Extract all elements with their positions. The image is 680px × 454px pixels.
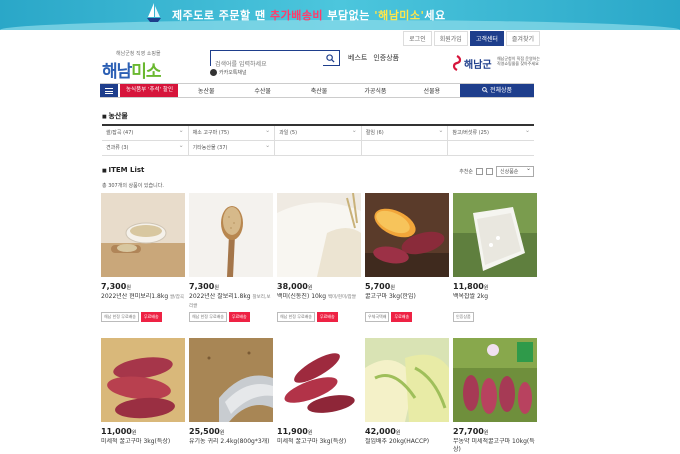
product-price: 27,700원 [453, 427, 489, 436]
product-name: 꿀고구마 3kg(한입) [365, 293, 416, 300]
product-tag: 무료배송 [228, 312, 250, 322]
product-image[interactable] [189, 338, 273, 422]
product-price: 11,800원 [453, 282, 489, 291]
product-card[interactable]: 38,000원 백미(신동진) 10kg 백미/현미/찹쌀 해남 한정 무료배송… [277, 193, 361, 322]
product-card[interactable]: 5,700원 꿀고구마 3kg(한입) 우체국택배 무료배송 [365, 193, 449, 322]
product-card[interactable]: 42,000원 절임배추 20kg(HACCP) [365, 338, 449, 454]
product-card[interactable]: 7,300원 2022년산 현미보리1.8kg 쌀/잡곡 해남 한정 무료배송 무… [101, 193, 185, 322]
best-link[interactable]: 베스트 [348, 53, 367, 63]
product-card[interactable]: 11,000원 미세척 꿀고구마 3kg(특상) [101, 338, 185, 454]
product-tag: 우체국택배 [365, 312, 390, 322]
product-name: 2022년산 현미보리1.8kg 쌀/잡곡 [101, 293, 184, 300]
product-card[interactable]: 27,700원 무농약 미세척꿀고구마 10kg(특상) [453, 338, 537, 454]
nav-item-seafood[interactable]: 수산물 [234, 86, 290, 95]
filter-empty [275, 141, 362, 155]
product-image[interactable] [101, 193, 185, 277]
product-tag: 해남 한정 무료배송 [189, 312, 227, 322]
sailboat-icon [147, 3, 161, 22]
product-image[interactable] [277, 338, 361, 422]
product-tag: 무료배송 [316, 312, 338, 322]
menu-icon[interactable] [100, 84, 118, 97]
product-tag: 해남 한정 무료배송 [277, 312, 315, 322]
filter-pickled[interactable]: 절임 (6) [362, 124, 449, 140]
product-image[interactable] [365, 338, 449, 422]
filter-row: 쌀/잡곡 (47) 채소 고구마 (75) 과일 (5) 절임 (6) 참고/버… [102, 124, 534, 141]
nav-item-agri[interactable]: 농산물 [178, 86, 234, 95]
product-image[interactable] [453, 338, 537, 422]
product-price: 11,000원 [101, 427, 137, 436]
filter-other[interactable]: 기타농산물 (37) [189, 139, 276, 155]
product-name: 미세척 꿀고구마 3kg(특상) [277, 438, 347, 445]
product-price: 11,900원 [277, 427, 313, 436]
county-name: 해남군 [464, 60, 492, 71]
search-box [210, 50, 340, 72]
grid-view-icon[interactable] [476, 168, 483, 175]
product-image[interactable] [453, 193, 537, 277]
county-sub: 해남군청이 직접 운영하는 직영쇼핑몰을 찾아주세요 [497, 56, 541, 66]
product-price: 42,000원 [365, 427, 401, 436]
product-image[interactable] [189, 193, 273, 277]
nav-item-gift[interactable]: 선물용 [404, 86, 460, 95]
sort-controls: 추천순 신상품순 [459, 165, 534, 177]
header: 해남군청 직영 쇼핑몰 해남미소 카카오톡채널 베스트 인증상품 해남군 해남군… [0, 42, 680, 86]
search-icon [482, 87, 488, 93]
product-name: 절임배추 20kg(HACCP) [365, 438, 430, 445]
item-list-header: ITEM List 추천순 신상품순 [102, 165, 534, 178]
product-image[interactable] [101, 338, 185, 422]
product-card[interactable]: 11,800원 백옥찹쌀 2kg 인증상품 [453, 193, 537, 322]
nav-item-processed[interactable]: 가공식품 [347, 86, 403, 95]
filter-fruit[interactable]: 과일 (5) [275, 124, 362, 140]
product-name: 유기농 귀리 2.4kg(800g*3개) [189, 438, 270, 445]
product-tag: 무료배송 [140, 312, 162, 322]
category-filter: 쌀/잡곡 (47) 채소 고구마 (75) 과일 (5) 절임 (6) 참고/버… [102, 124, 534, 156]
product-name: 백미(신동진) 10kg 백미/현미/찹쌀 [277, 293, 356, 300]
product-name: 2022년산 찰보리1.8kg 찰보리,보리쌀 [189, 293, 271, 309]
all-products-button[interactable]: 전체상품 [460, 84, 535, 97]
product-image[interactable] [365, 193, 449, 277]
top-banner[interactable]: 제주도로 주문할 땐 추가배송비 부담없는 '해남미소'세요 [0, 0, 680, 30]
logo-tagline: 해남군청 직영 쇼핑몰 [116, 51, 161, 57]
main-nav: 농식품부 '추석' 할인 농산물 수산물 축산물 가공식품 선물용 전체상품 [100, 83, 535, 98]
product-tag: 인증상품 [453, 312, 474, 322]
banner-slogan: 제주도로 주문할 땐 추가배송비 부담없는 '해남미소'세요 [172, 9, 446, 22]
filter-veg-sweetpotato[interactable]: 채소 고구마 (75) [189, 124, 276, 140]
site-logo[interactable]: 해남군청 직영 쇼핑몰 해남미소 [102, 50, 182, 82]
filter-mushroom[interactable]: 참고/버섯류 (25) [448, 124, 534, 140]
product-name: 백옥찹쌀 2kg [453, 293, 489, 300]
product-image[interactable] [277, 193, 361, 277]
product-tag: 무료배송 [391, 312, 413, 322]
product-count: 총 307개의 상품이 있습니다. [102, 183, 164, 189]
certified-link[interactable]: 인증상품 [373, 53, 399, 63]
product-name: 무농약 미세척꿀고구마 10kg(특상) [453, 438, 535, 453]
product-price: 25,500원 [189, 427, 225, 436]
list-view-icon[interactable] [486, 168, 493, 175]
sort-label[interactable]: 추천순 [459, 168, 473, 175]
search-icon[interactable] [326, 54, 335, 63]
product-card[interactable]: 7,300원 2022년산 찰보리1.8kg 찰보리,보리쌀 해남 한정 무료배… [189, 193, 273, 322]
filter-empty [362, 141, 449, 155]
county-mark-icon [452, 55, 462, 71]
product-price: 38,000원 [277, 282, 313, 291]
logo-text: 해남미소 [102, 62, 162, 82]
kakao-channel-link[interactable]: 카카오톡채널 [210, 69, 247, 76]
sort-select[interactable]: 신상품순 [496, 165, 534, 177]
section-title: 농산물 [102, 111, 127, 121]
filter-row: 견과류 (3) 기타농산물 (37) [102, 139, 534, 156]
product-price: 7,300원 [101, 282, 131, 291]
filter-empty [448, 141, 534, 155]
kakao-icon [210, 69, 217, 76]
county-logo[interactable]: 해남군 해남군청이 직접 운영하는 직영쇼핑몰을 찾아주세요 [452, 53, 542, 75]
product-card[interactable]: 25,500원 유기농 귀리 2.4kg(800g*3개) [189, 338, 273, 454]
product-card[interactable]: 11,900원 미세척 꿀고구마 3kg(특상) [277, 338, 361, 454]
quick-links: 베스트 인증상품 [348, 53, 399, 63]
promo-button[interactable]: 농식품부 '추석' 할인 [120, 84, 178, 97]
filter-rice-grain[interactable]: 쌀/잡곡 (47) [102, 124, 189, 140]
product-price: 7,300원 [189, 282, 219, 291]
product-tag: 해남 한정 무료배송 [101, 312, 139, 322]
product-price: 5,700원 [365, 282, 395, 291]
nav-item-livestock[interactable]: 축산물 [291, 86, 347, 95]
filter-nuts[interactable]: 견과류 (3) [102, 139, 189, 155]
product-name: 미세척 꿀고구마 3kg(특상) [101, 438, 171, 445]
